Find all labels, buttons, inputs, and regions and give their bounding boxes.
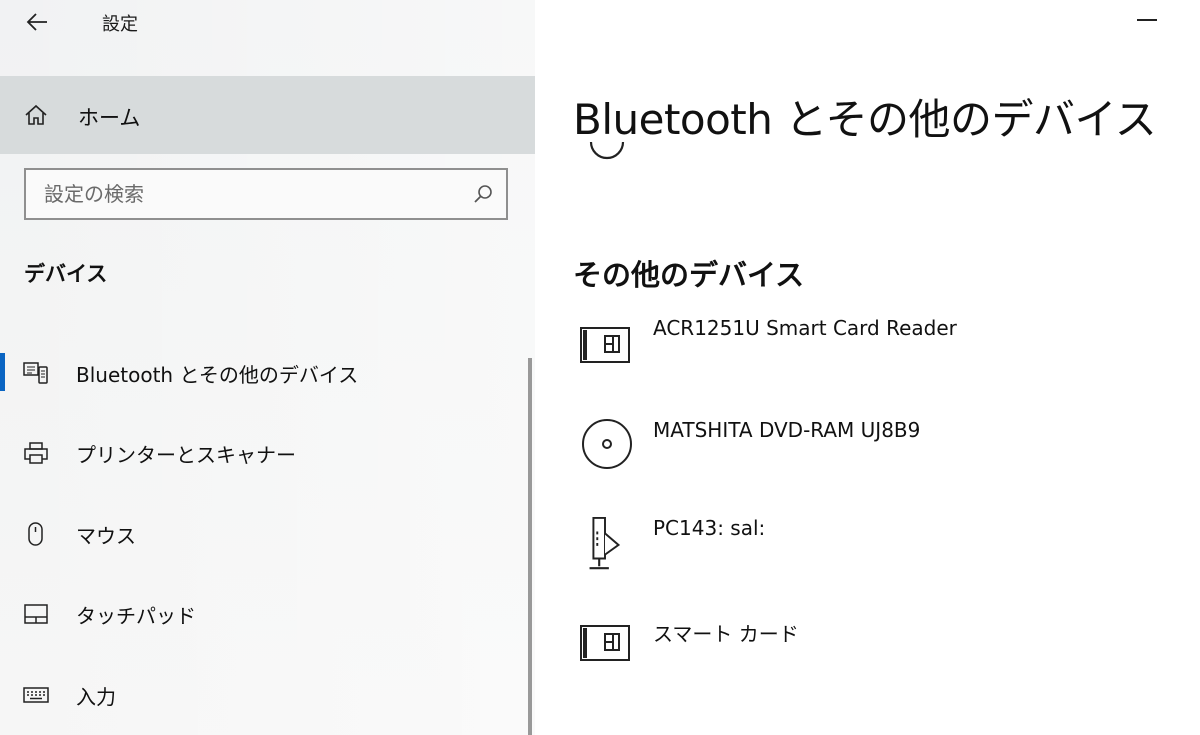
smart-card-icon bbox=[580, 625, 630, 661]
section-heading-devices: デバイス bbox=[24, 262, 108, 286]
settings-sidebar: 設定 ホーム デバイス Bluetooth とその他のデバイス bbox=[0, 0, 535, 735]
search-icon[interactable] bbox=[472, 183, 494, 205]
home-label: ホーム bbox=[78, 106, 141, 130]
sidebar-item-mouse[interactable]: マウス bbox=[0, 502, 520, 566]
device-item[interactable]: ACR1251U Smart Card Reader bbox=[573, 316, 1173, 386]
device-item[interactable]: スマート カード bbox=[573, 618, 1173, 688]
back-button[interactable] bbox=[22, 8, 52, 36]
media-device-icon bbox=[589, 516, 621, 570]
other-devices-heading: その他のデバイス bbox=[573, 258, 805, 292]
bluetooth-devices-icon bbox=[23, 362, 48, 384]
sidebar-item-label: Bluetooth とその他のデバイス bbox=[76, 363, 359, 387]
sidebar-item-label: プリンターとスキャナー bbox=[76, 443, 296, 467]
sidebar-item-label: 入力 bbox=[76, 685, 116, 709]
sidebar-item-label: マウス bbox=[76, 524, 136, 548]
device-name: PC143: sal: bbox=[653, 516, 766, 540]
sidebar-scrollbar[interactable] bbox=[528, 358, 532, 735]
home-icon bbox=[25, 104, 47, 125]
minimize-button[interactable] bbox=[1133, 8, 1161, 32]
device-name: ACR1251U Smart Card Reader bbox=[653, 316, 957, 340]
home-nav-item[interactable]: ホーム bbox=[0, 76, 535, 154]
printer-icon bbox=[24, 442, 48, 464]
content-pane: Bluetooth とその他のデバイス その他のデバイス ACR1251U Sm… bbox=[535, 0, 1200, 735]
sidebar-item-touchpad[interactable]: タッチパッド bbox=[0, 582, 520, 646]
touchpad-icon bbox=[24, 604, 48, 624]
loading-spinner-icon bbox=[589, 141, 625, 160]
back-arrow-icon bbox=[26, 13, 47, 31]
app-title: 設定 bbox=[102, 14, 138, 35]
device-name: MATSHITA DVD-RAM UJ8B9 bbox=[653, 418, 921, 442]
sidebar-item-label: タッチパッド bbox=[76, 604, 196, 628]
selection-indicator bbox=[0, 353, 5, 391]
smart-card-reader-icon bbox=[580, 327, 630, 363]
device-item[interactable]: MATSHITA DVD-RAM UJ8B9 bbox=[573, 418, 1173, 488]
title-bar: 設定 bbox=[0, 0, 535, 44]
device-item[interactable]: PC143: sal: bbox=[573, 516, 1173, 586]
settings-search-box[interactable] bbox=[24, 168, 508, 220]
sidebar-item-printers[interactable]: プリンターとスキャナー bbox=[0, 421, 520, 485]
minimize-icon bbox=[1137, 19, 1157, 21]
device-name: スマート カード bbox=[653, 622, 799, 646]
keyboard-icon bbox=[23, 687, 49, 703]
sidebar-item-input[interactable]: 入力 bbox=[0, 663, 520, 727]
mouse-icon bbox=[28, 522, 43, 546]
optical-drive-icon bbox=[582, 419, 632, 469]
page-title: Bluetooth とその他のデバイス bbox=[573, 95, 1157, 144]
search-input[interactable] bbox=[26, 170, 466, 218]
sidebar-item-bluetooth[interactable]: Bluetooth とその他のデバイス bbox=[0, 341, 520, 405]
